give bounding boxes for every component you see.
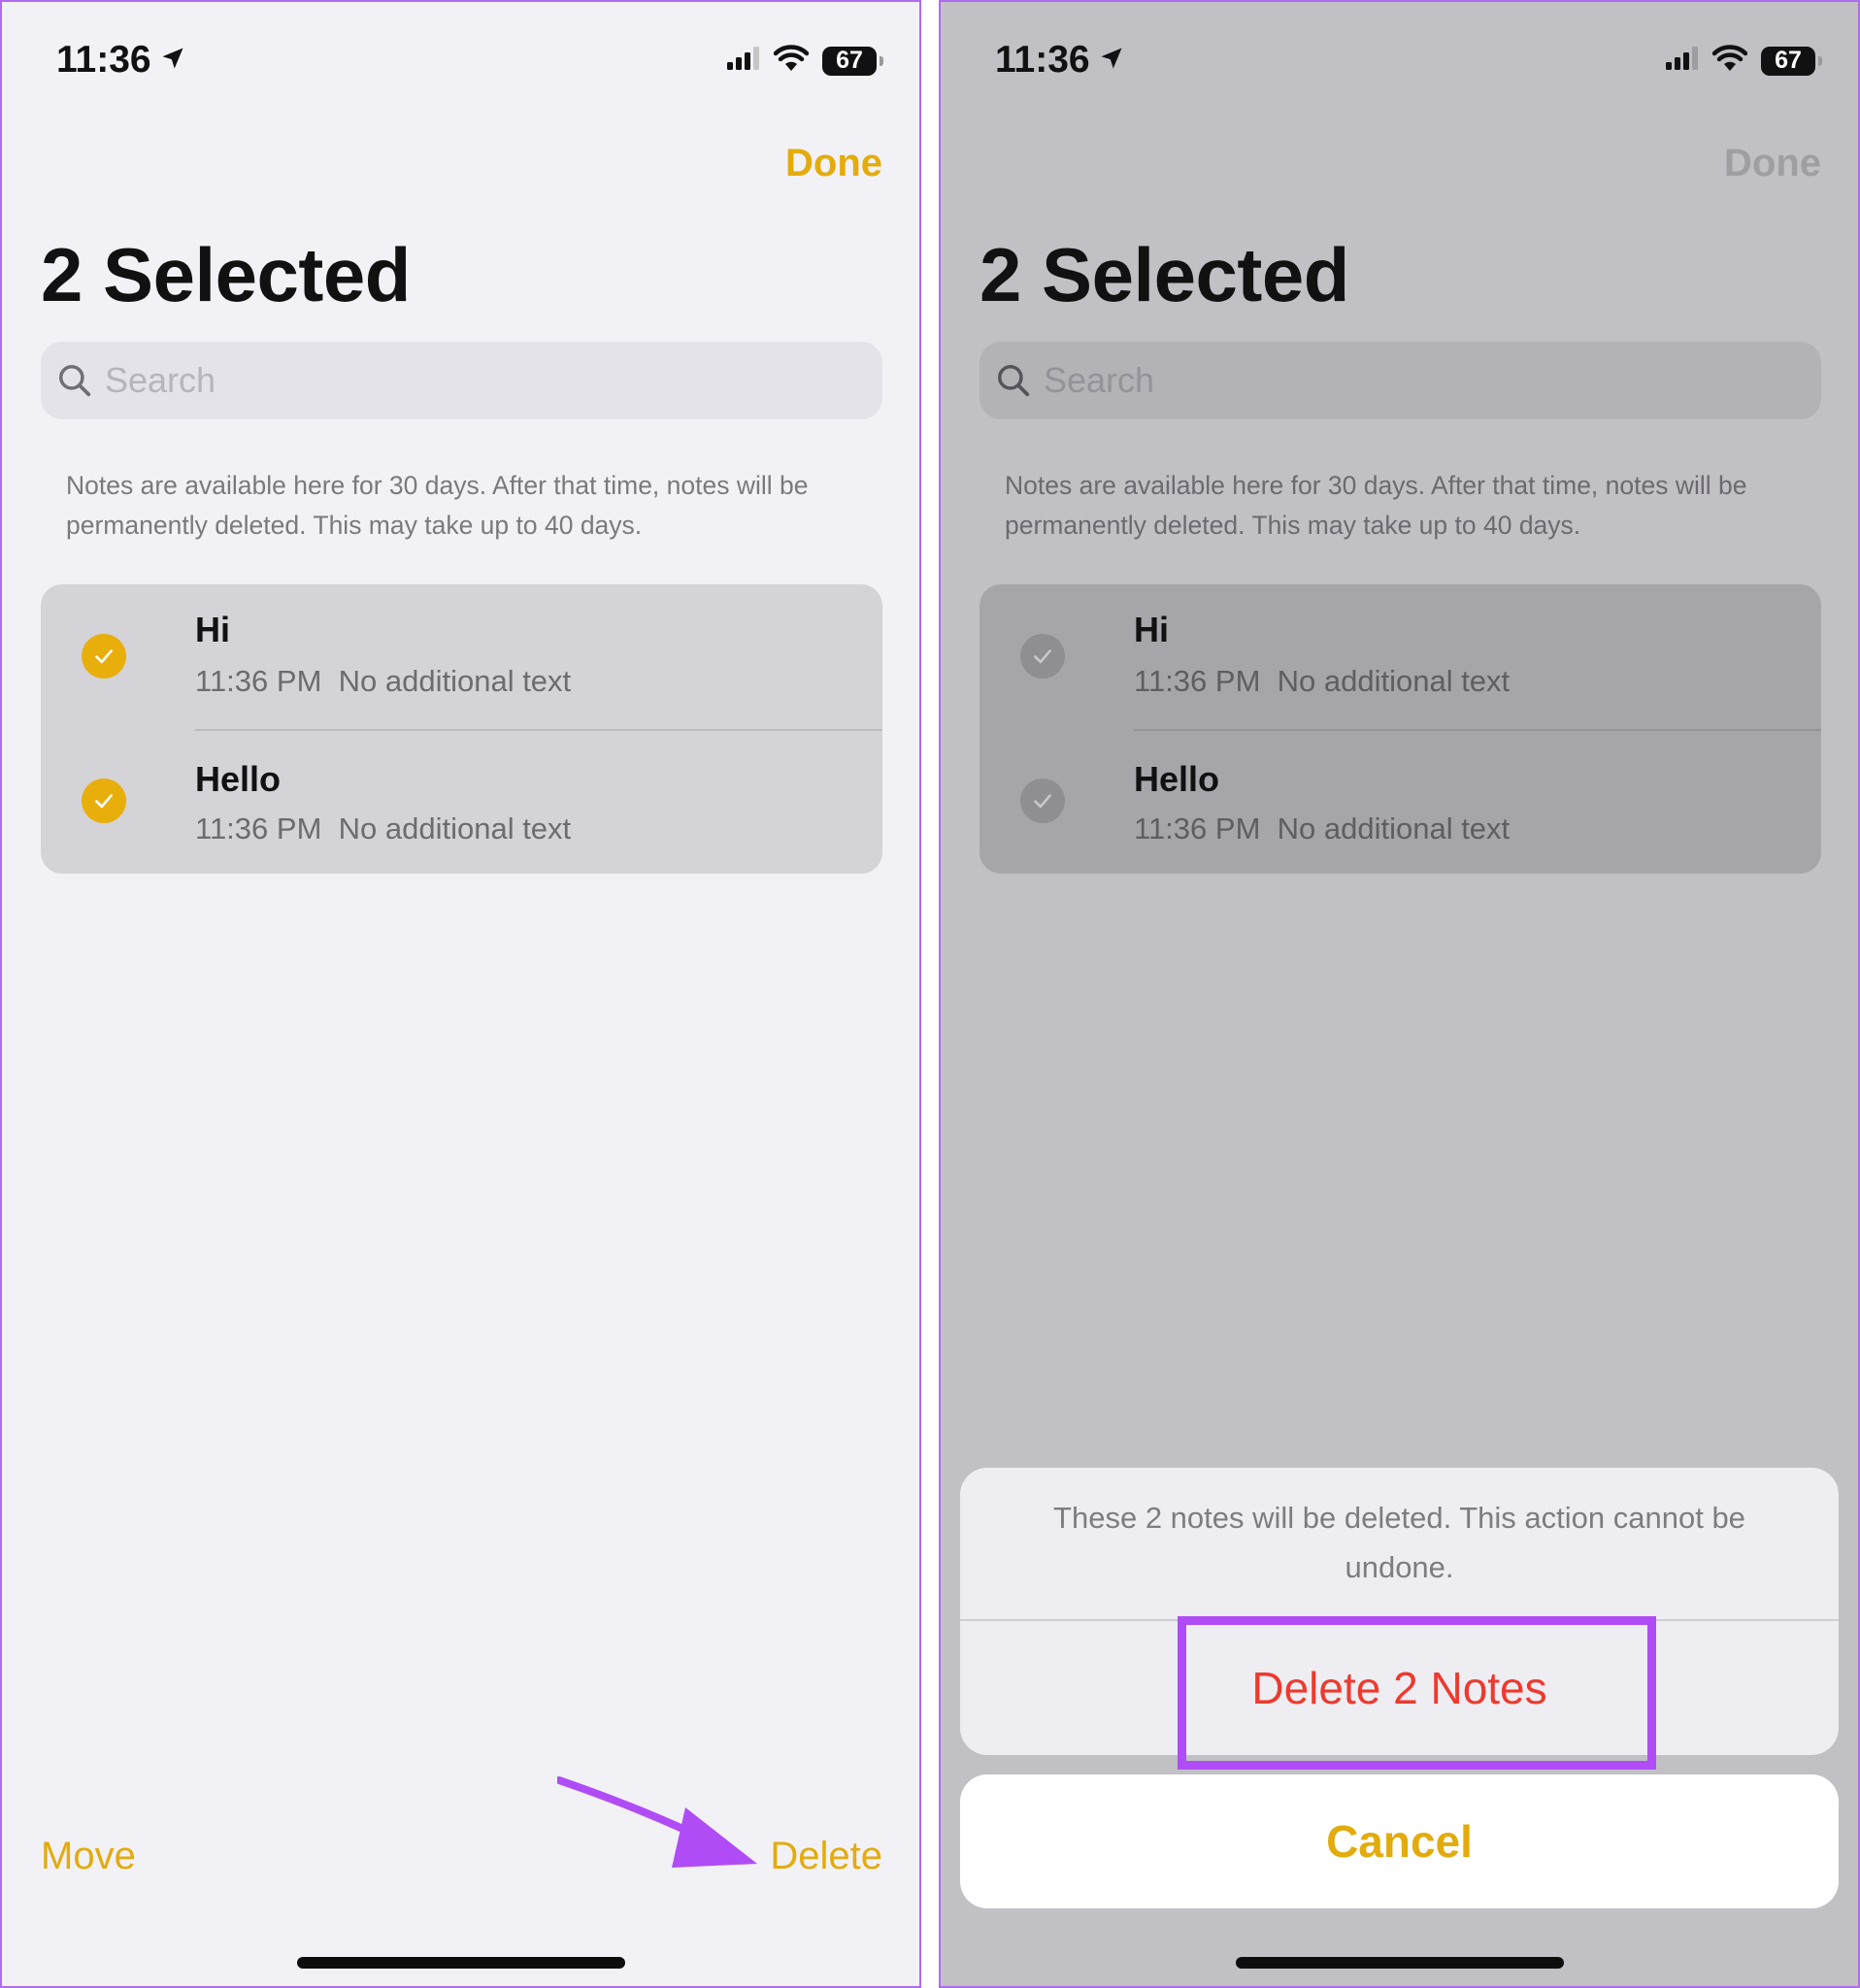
- annotation-arrow-icon: [557, 1776, 757, 1868]
- phone-screen-select: 11:36 67 Done 2 Selected Search Notes ar…: [0, 0, 921, 1988]
- done-button[interactable]: Done: [785, 142, 882, 185]
- recently-deleted-info: Notes are available here for 30 days. Af…: [66, 471, 809, 540]
- list-item: Hi 11:36 PM No additional text: [980, 584, 1821, 729]
- search-icon: [995, 362, 1032, 399]
- wifi-icon: [773, 45, 810, 77]
- checkmark-icon: [1020, 634, 1065, 679]
- location-arrow-icon: [159, 39, 186, 82]
- note-meta: 11:36 PM No additional text: [1134, 812, 1510, 846]
- note-title: Hello: [1134, 759, 1220, 799]
- list-item: Hello 11:36 PM No additional text: [980, 730, 1821, 875]
- annotation-highlight-box: [1178, 1616, 1656, 1770]
- status-time: 11:36: [56, 39, 186, 82]
- page-title: 2 Selected: [980, 232, 1349, 317]
- status-time: 11:36: [995, 39, 1125, 82]
- status-time-text: 11:36: [995, 39, 1090, 81]
- note-meta: 11:36 PM No additional text: [195, 664, 571, 699]
- page-title: 2 Selected: [41, 232, 411, 317]
- phone-screen-confirm: 11:36 67 Done 2 Selected Search Notes ar…: [939, 0, 1860, 1988]
- note-preview: No additional text: [338, 664, 572, 698]
- status-icons: 67: [727, 45, 883, 77]
- note-title: Hello: [195, 759, 282, 799]
- notes-list: Hi 11:36 PM No additional text Hello 11:…: [980, 584, 1821, 874]
- recently-deleted-info: Notes are available here for 30 days. Af…: [1005, 471, 1747, 540]
- home-indicator[interactable]: [297, 1957, 625, 1969]
- note-title: Hi: [1134, 610, 1169, 649]
- note-preview: No additional text: [338, 812, 572, 845]
- search-bar[interactable]: Search: [41, 342, 882, 419]
- action-sheet-message: These 2 notes will be deleted. This acti…: [1053, 1501, 1745, 1584]
- wifi-icon: [1711, 45, 1748, 77]
- location-arrow-icon: [1098, 39, 1125, 82]
- note-time: 11:36 PM: [1134, 812, 1261, 845]
- checkmark-icon: [1020, 779, 1065, 823]
- status-icons: 67: [1666, 45, 1822, 77]
- search-icon: [56, 362, 93, 399]
- search-bar: Search: [980, 342, 1821, 419]
- checkmark-icon[interactable]: [82, 634, 126, 679]
- battery-icon: 67: [822, 46, 883, 76]
- move-button[interactable]: Move: [41, 1835, 136, 1878]
- note-preview: No additional text: [1277, 812, 1511, 845]
- list-item[interactable]: Hello 11:36 PM No additional text: [41, 730, 882, 875]
- search-placeholder: Search: [105, 360, 216, 400]
- note-time: 11:36 PM: [195, 812, 322, 845]
- cellular-signal-icon: [727, 47, 760, 75]
- note-meta: 11:36 PM No additional text: [195, 812, 571, 846]
- cancel-button[interactable]: Cancel: [960, 1774, 1839, 1908]
- delete-button[interactable]: Delete: [770, 1835, 882, 1878]
- done-button: Done: [1724, 142, 1821, 184]
- note-time: 11:36 PM: [1134, 664, 1261, 698]
- cellular-signal-icon: [1666, 47, 1699, 75]
- note-preview: No additional text: [1277, 664, 1511, 698]
- battery-icon: 67: [1761, 46, 1822, 76]
- search-placeholder: Search: [1044, 360, 1155, 400]
- notes-list: Hi 11:36 PM No additional text Hello 11:…: [41, 584, 882, 874]
- note-title: Hi: [195, 610, 230, 649]
- home-indicator[interactable]: [1236, 1957, 1564, 1969]
- checkmark-icon[interactable]: [82, 779, 126, 823]
- status-time-text: 11:36: [56, 39, 151, 81]
- list-item[interactable]: Hi 11:36 PM No additional text: [41, 584, 882, 729]
- note-time: 11:36 PM: [195, 664, 322, 698]
- note-meta: 11:36 PM No additional text: [1134, 664, 1510, 699]
